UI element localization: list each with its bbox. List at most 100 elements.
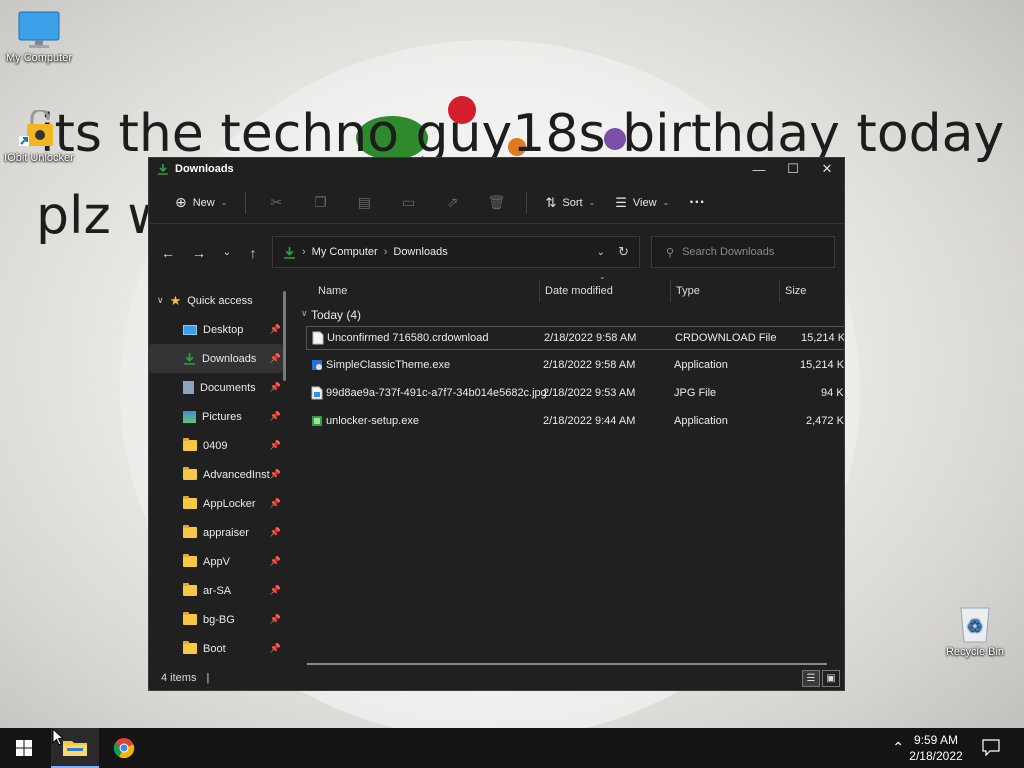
chevron-down-icon: ∨ xyxy=(157,295,164,305)
file-date: 2/18/2022 9:53 AM xyxy=(543,387,636,399)
file-row[interactable]: unlocker-setup.exe 2/18/2022 9:44 AM App… xyxy=(306,410,844,434)
explorer-window: Downloads — ☐ ✕ ⊕ New ⌄ ✂ ❐ ▤ ▭ ⇗ 🗑 ⇅ So… xyxy=(148,157,845,691)
installer-icon xyxy=(312,416,322,426)
download-icon xyxy=(284,246,295,259)
delete-icon[interactable]: 🗑 xyxy=(474,188,518,218)
sidebar-item-label: AppV xyxy=(203,555,230,568)
search-box[interactable]: ⚲ Search Downloads xyxy=(651,236,835,268)
navigation-row: ← → ⌄ ↑ › My Computer › Downloads ⌄ ↻ ⚲ … xyxy=(149,236,844,268)
group-header-today[interactable]: Today (4) xyxy=(311,308,361,322)
search-icon: ⚲ xyxy=(666,246,675,259)
sort-button[interactable]: ⇅ Sort ⌄ xyxy=(535,188,605,218)
breadcrumb-my-computer[interactable]: My Computer xyxy=(312,246,378,258)
file-type: JPG File xyxy=(674,387,717,399)
address-bar[interactable]: › My Computer › Downloads ⌄ ↻ xyxy=(272,236,640,268)
sidebar-item-ar-sa[interactable]: ar-SA 📌 xyxy=(149,576,283,605)
sidebar-item-desktop[interactable]: Desktop 📌 xyxy=(149,315,283,344)
new-button[interactable]: ⊕ New ⌄ xyxy=(165,188,237,218)
desktop-icon-my-computer[interactable]: My Computer xyxy=(2,10,76,64)
close-button[interactable]: ✕ xyxy=(810,158,844,180)
cut-icon[interactable]: ✂ xyxy=(254,188,298,218)
sidebar-item-appv[interactable]: AppV 📌 xyxy=(149,547,283,576)
sort-icon: ⇅ xyxy=(545,194,557,210)
picture-icon xyxy=(183,410,196,423)
desktop-icon-recycle-bin[interactable]: ♻ Recycle Bin xyxy=(938,604,1012,658)
forward-arrow-icon[interactable]: → xyxy=(188,242,210,264)
address-dropdown-chevron-icon[interactable]: ⌄ xyxy=(597,247,605,258)
folder-icon xyxy=(183,583,197,596)
title-bar[interactable]: Downloads xyxy=(149,158,844,180)
rename-icon[interactable]: ▭ xyxy=(386,188,430,218)
column-header-date[interactable]: Date modified xyxy=(539,280,670,302)
horizontal-scrollbar[interactable] xyxy=(307,663,827,665)
file-type: CRDOWNLOAD File xyxy=(675,332,777,344)
pin-icon: 📌 xyxy=(269,614,281,624)
large-icons-view-button[interactable]: ▣ xyxy=(822,670,840,687)
sidebar-item-0409[interactable]: 0409 📌 xyxy=(149,431,283,460)
share-icon[interactable]: ⇗ xyxy=(430,188,474,218)
sidebar-item-advancedinst[interactable]: AdvancedInst 📌 xyxy=(149,460,283,489)
sidebar-scrollbar[interactable] xyxy=(283,291,286,381)
sidebar-item-documents[interactable]: Documents 📌 xyxy=(149,373,283,402)
recent-locations-chevron-icon[interactable]: ⌄ xyxy=(216,242,238,264)
desktop-icon-label: My Computer xyxy=(5,52,73,64)
paste-icon[interactable]: ▤ xyxy=(342,188,386,218)
folder-icon xyxy=(183,496,197,509)
system-clock[interactable]: 9:59 AM 2/18/2022 xyxy=(904,732,968,764)
breadcrumb-downloads[interactable]: Downloads xyxy=(393,246,447,258)
status-divider: | xyxy=(206,672,210,684)
taskbar-chrome[interactable] xyxy=(100,728,148,768)
window-title: Downloads xyxy=(175,163,234,175)
sidebar-item-appraiser[interactable]: appraiser 📌 xyxy=(149,518,283,547)
details-view-button[interactable]: ☰ xyxy=(802,670,820,687)
desktop-icon xyxy=(183,324,197,335)
copy-icon[interactable]: ❐ xyxy=(298,188,342,218)
svg-text:♻: ♻ xyxy=(967,616,983,637)
desktop-icon-label: Recycle Bin xyxy=(945,646,1005,658)
view-button[interactable]: ☰ View ⌄ xyxy=(605,188,679,218)
column-header-size[interactable]: Size xyxy=(779,280,844,302)
pin-icon: 📌 xyxy=(269,440,281,450)
sidebar-item-applocker[interactable]: AppLocker 📌 xyxy=(149,489,283,518)
sidebar-item-label: bg-BG xyxy=(203,613,235,626)
navigation-pane: ∨ ★ Quick access Desktop 📌 Downloads 📌 D… xyxy=(149,286,283,666)
command-bar: ⊕ New ⌄ ✂ ❐ ▤ ▭ ⇗ 🗑 ⇅ Sort ⌄ ☰ View ⌄ ··… xyxy=(149,182,844,224)
download-icon xyxy=(158,164,168,175)
back-arrow-icon[interactable]: ← xyxy=(157,242,179,264)
pin-icon: 📌 xyxy=(269,556,281,566)
sidebar-item-label: Documents xyxy=(200,381,256,394)
clock-time: 9:59 AM xyxy=(913,733,959,747)
show-hidden-icons-chevron-icon[interactable]: ⌃ xyxy=(892,739,904,756)
minimize-button[interactable]: — xyxy=(742,158,776,180)
sidebar-item-label: Quick access xyxy=(187,294,253,307)
sidebar-item-bg-bg[interactable]: bg-BG 📌 xyxy=(149,605,283,634)
breadcrumb-separator: › xyxy=(383,246,388,258)
column-header-type[interactable]: Type xyxy=(670,280,779,302)
group-collapse-chevron-icon[interactable]: ∨ xyxy=(301,308,308,319)
maximize-button[interactable]: ☐ xyxy=(776,158,810,180)
toolbar-divider xyxy=(526,191,528,214)
file-name: Unconfirmed 716580.crdownload xyxy=(327,332,489,344)
file-row[interactable]: Unconfirmed 716580.crdownload 2/18/2022 … xyxy=(306,326,844,350)
more-options-button[interactable]: ··· xyxy=(679,188,715,218)
desktop-icon-iobit-unlocker[interactable]: IObit Unlocker xyxy=(2,108,76,164)
column-header-name[interactable]: Name xyxy=(313,280,539,302)
sidebar-item-boot[interactable]: Boot 📌 xyxy=(149,634,283,663)
breadcrumb-separator: › xyxy=(302,246,306,258)
sidebar-item-quick-access[interactable]: ∨ ★ Quick access xyxy=(149,286,283,315)
image-file-icon xyxy=(311,386,323,400)
sidebar-item-pictures[interactable]: Pictures 📌 xyxy=(149,402,283,431)
file-row[interactable]: 99d8ae9a-737f-491c-a7f7-34b014e5682c.jpg… xyxy=(306,382,844,406)
notification-center-icon[interactable] xyxy=(982,739,1000,761)
refresh-icon[interactable]: ↻ xyxy=(618,244,629,260)
plus-icon: ⊕ xyxy=(175,194,187,210)
pin-icon: 📌 xyxy=(269,527,281,537)
up-arrow-icon[interactable]: ↑ xyxy=(242,242,264,264)
sidebar-item-downloads[interactable]: Downloads 📌 xyxy=(149,344,283,373)
chrome-icon xyxy=(113,738,135,759)
folder-icon xyxy=(183,554,197,567)
chevron-down-icon: ⌄ xyxy=(588,198,596,207)
start-button[interactable] xyxy=(0,728,48,768)
file-row[interactable]: SimpleClassicTheme.exe 2/18/2022 9:58 AM… xyxy=(306,354,844,378)
sidebar-item-label: ar-SA xyxy=(203,584,232,597)
